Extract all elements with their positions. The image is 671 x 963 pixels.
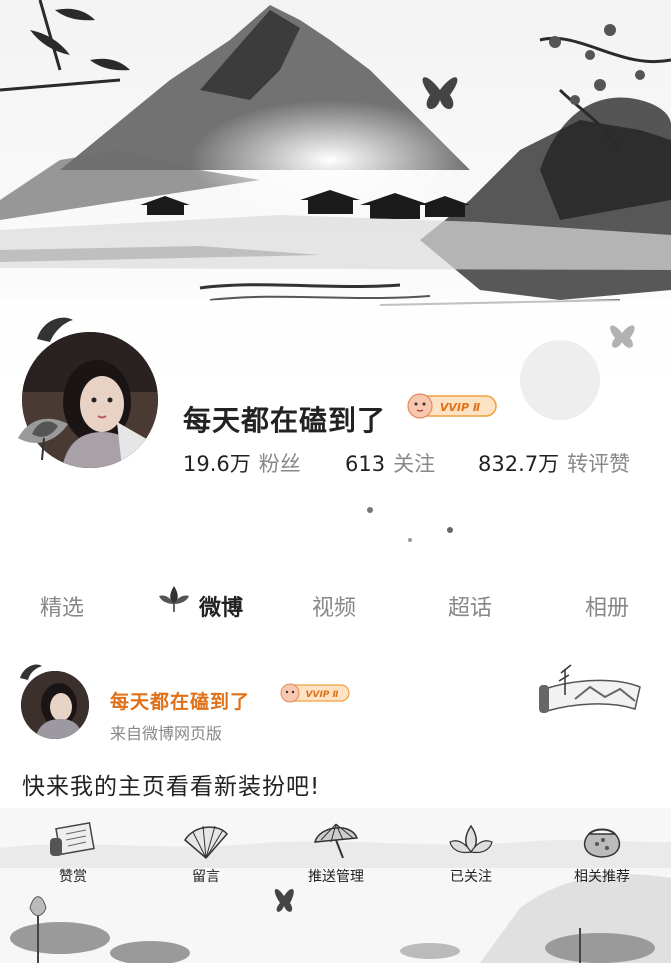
post-author-name[interactable]: 每天都在磕到了: [110, 687, 250, 714]
stat-following-value: 613: [345, 452, 386, 476]
tab-weibo[interactable]: 微博: [199, 590, 243, 622]
action-message[interactable]: 留言: [161, 820, 251, 886]
profile-username: 每天都在磕到了: [183, 404, 387, 437]
stat-followers-label: 粉丝: [258, 452, 301, 476]
stat-following-label: 关注: [393, 452, 436, 476]
action-followed-label: 已关注: [450, 869, 492, 885]
stat-followers-value: 19.6万: [183, 452, 251, 476]
vip-badge-icon[interactable]: VVIP Ⅱ: [406, 391, 498, 421]
pouch-icon: [583, 828, 621, 858]
lotus-icon: [449, 824, 493, 854]
stat-interactions[interactable]: 832.7万 转评赞: [478, 448, 630, 478]
lotus-leaf-icon: [37, 317, 73, 342]
action-push-management-label: 推送管理: [308, 869, 364, 885]
lotus-flower-icon: [18, 418, 68, 460]
stat-interactions-label: 转评赞: [567, 452, 631, 476]
ink-scroll-decoration-icon: [539, 664, 641, 713]
action-recommendations-label: 相关推荐: [574, 869, 630, 885]
action-push-management[interactable]: 推送管理: [291, 820, 381, 886]
tab-featured[interactable]: 精选: [40, 590, 84, 622]
action-recommendations[interactable]: 相关推荐: [557, 820, 647, 886]
folding-fan-icon: [184, 825, 228, 860]
weibo-profile-page: 每天都在磕到了 VVIP Ⅱ 19.6万 粉丝 613 关注 832.7万 转评赞: [0, 0, 671, 963]
umbrella-icon: [314, 823, 359, 859]
scroll-icon: [50, 822, 95, 856]
stat-following[interactable]: 613 关注: [345, 448, 435, 478]
stat-interactions-value: 832.7万: [478, 452, 560, 476]
action-message-label: 留言: [192, 869, 220, 885]
ink-splash-decoration: [367, 507, 453, 542]
tab-super-topic[interactable]: 超话: [448, 590, 492, 622]
post-text: 快来我的主页看看新装扮吧!: [22, 774, 321, 800]
post-author-avatar[interactable]: [21, 671, 89, 739]
post-source: 来自微博网页版: [110, 724, 223, 743]
tab-videos[interactable]: 视频: [312, 590, 356, 622]
action-reward-label: 赞赏: [59, 869, 87, 885]
action-reward[interactable]: 赞赏: [28, 820, 118, 886]
vip-badge-text: VVIP Ⅱ: [440, 401, 481, 414]
post-avatar-leaf-icon: [20, 664, 42, 680]
stat-followers[interactable]: 19.6万 粉丝: [183, 448, 301, 478]
post-vip-badge-text: VVIP Ⅱ: [306, 690, 339, 700]
profile-tabs: 精选 微博 视频 超话 相册: [0, 590, 671, 630]
action-followed[interactable]: 已关注: [426, 820, 516, 886]
post-vip-badge-icon[interactable]: VVIP Ⅱ: [279, 681, 351, 705]
tab-album[interactable]: 相册: [585, 590, 629, 622]
